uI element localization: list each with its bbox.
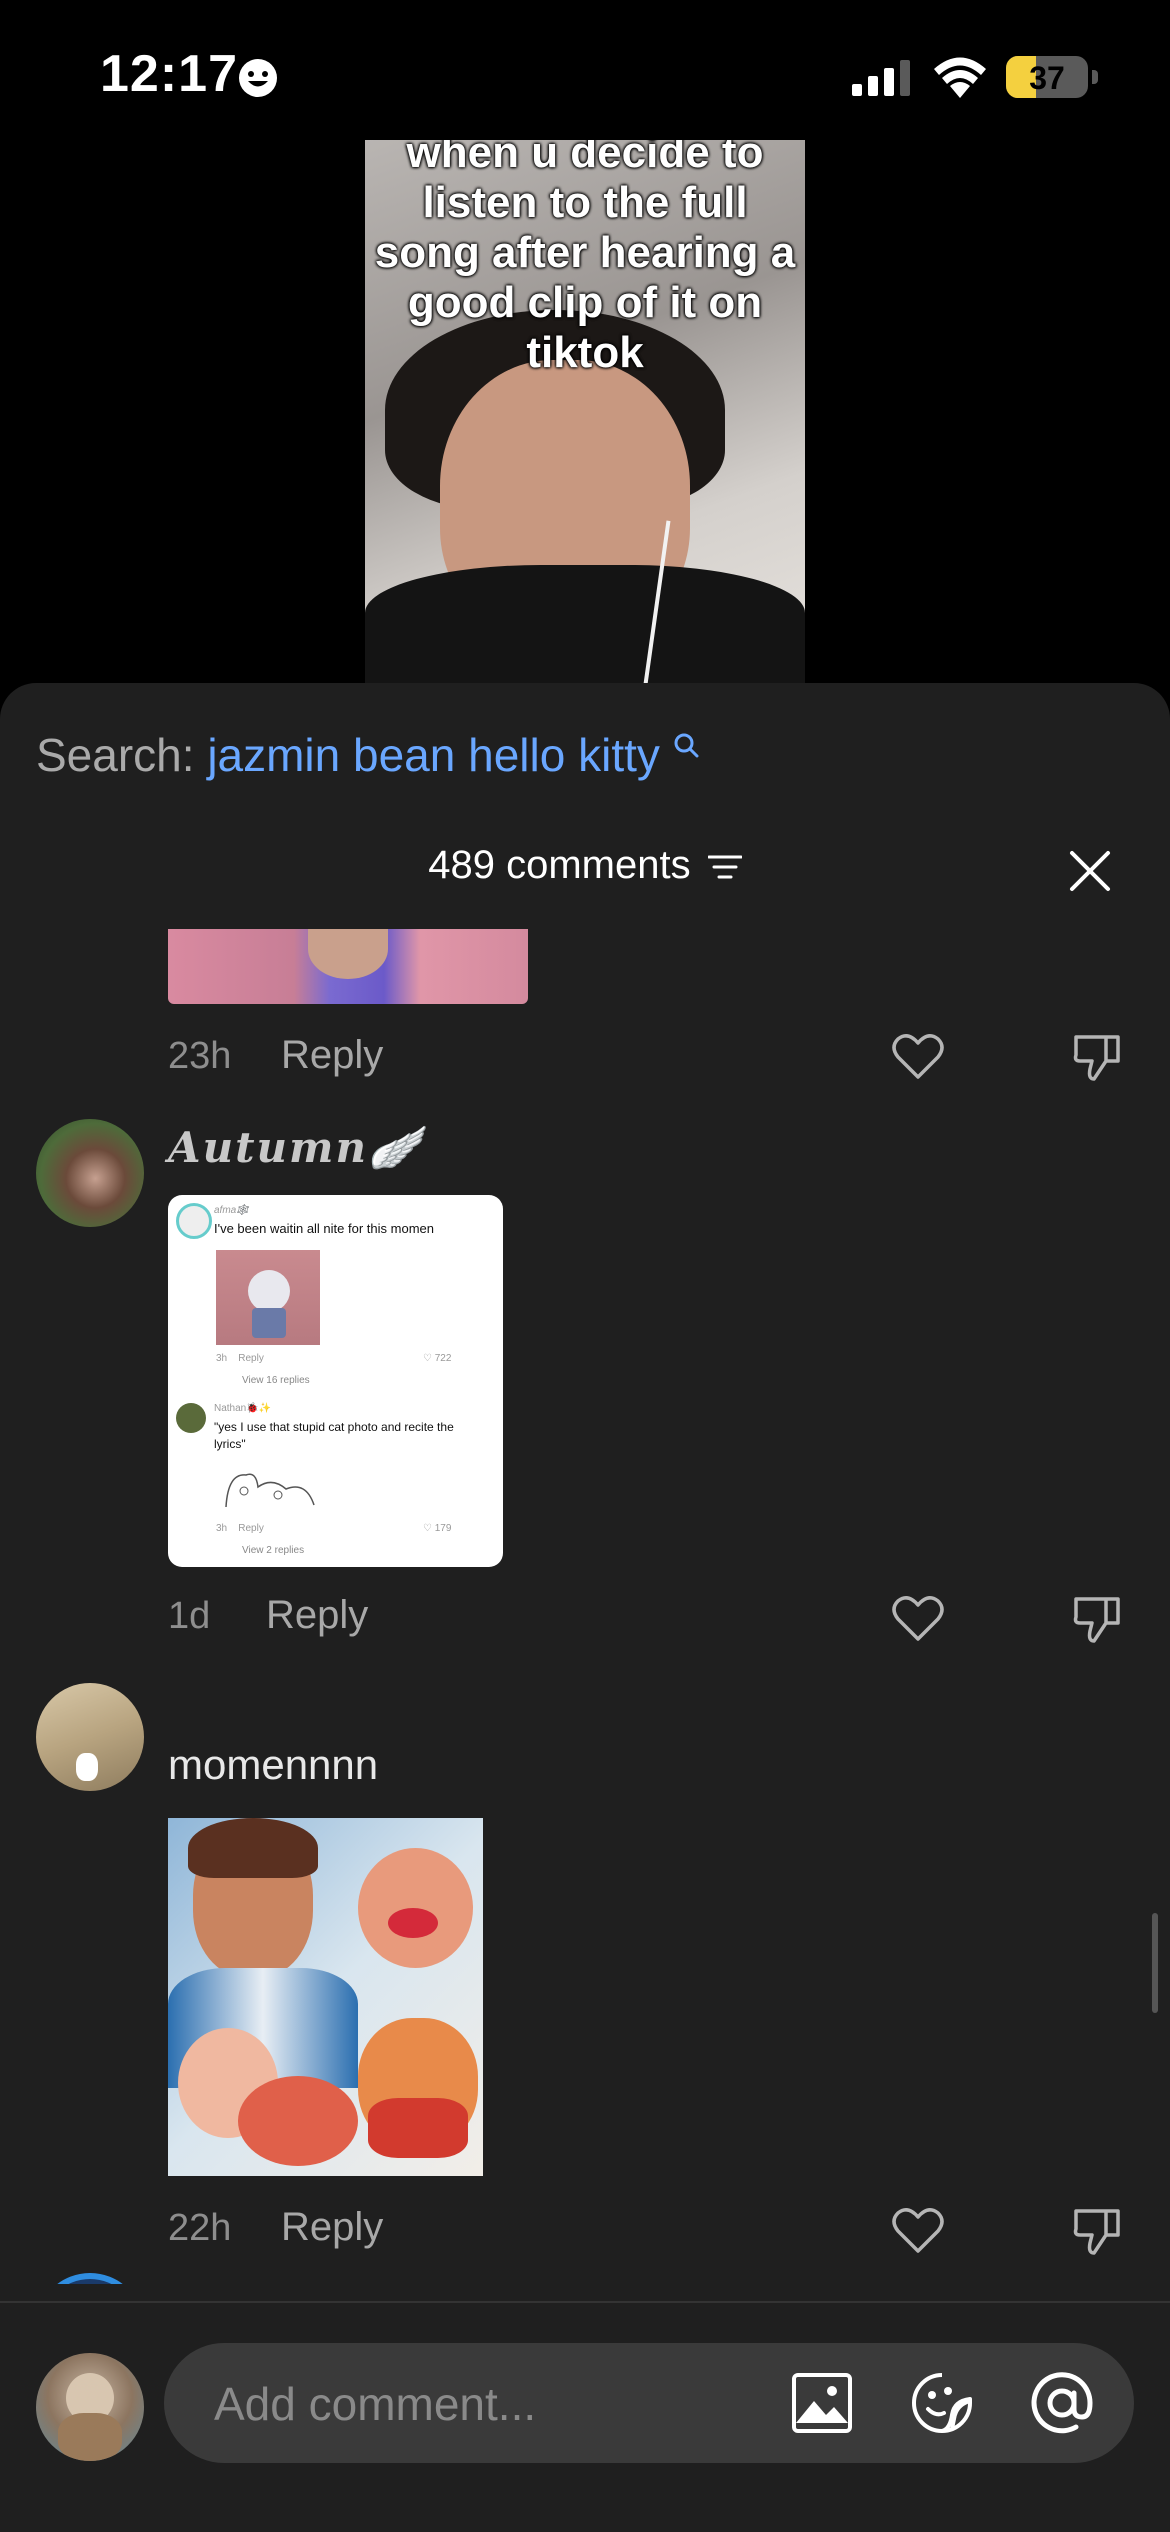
reply-button[interactable]: Reply <box>281 2205 383 2250</box>
comments-sheet: Search: jazmin bean hello kitty 489 comm… <box>0 683 1170 2532</box>
embedded-comment-text: I've been waitin all nite for this momen <box>214 1221 434 1236</box>
wifi-icon <box>934 57 986 98</box>
battery-percent: 37 <box>1029 60 1065 96</box>
status-time: 12:17 <box>100 45 238 103</box>
current-user-avatar[interactable] <box>36 2353 144 2461</box>
battery-indicator: 37 <box>1006 56 1088 98</box>
embedded-avatar <box>176 1203 212 1239</box>
embedded-username: Nathan🐞✨ <box>214 1403 272 1414</box>
thumbs-down-icon[interactable] <box>1072 2205 1124 2257</box>
embedded-likes: ♡ 722 <box>423 1353 452 1364</box>
comment-image[interactable] <box>168 929 528 1004</box>
embedded-view-replies: View 2 replies <box>242 1545 305 1556</box>
embedded-comment-text: "yes I use that stupid cat photo and rec… <box>214 1420 454 1451</box>
sticker-icon[interactable] <box>910 2371 974 2435</box>
status-bar: 12:17 37 <box>0 0 1170 140</box>
battery-tip <box>1092 70 1098 84</box>
heart-icon[interactable] <box>892 2207 944 2255</box>
video-shirt-shape <box>365 565 805 685</box>
search-query-link[interactable]: jazmin bean hello kitty <box>207 729 660 781</box>
search-label: Search: <box>36 729 195 781</box>
embedded-avatar <box>176 1403 206 1433</box>
add-comment-input[interactable]: Add comment... <box>164 2343 1134 2463</box>
comment-list[interactable]: 23h Reply 𝑨𝒖𝒕𝒖𝒎𝒏🪽 afma🕸️ I've been waiti… <box>0 929 1170 2284</box>
comment-time: 22h <box>168 2207 232 2249</box>
comment-username[interactable]: 𝑨𝒖𝒕𝒖𝒎𝒏🪽 <box>168 1123 422 1173</box>
video-caption: when u decide to listen to the full song… <box>374 140 796 377</box>
avatar[interactable] <box>36 1119 144 1227</box>
comment-screenshot-image[interactable]: afma🕸️ I've been waitin all nite for thi… <box>168 1195 503 1567</box>
add-comment-placeholder: Add comment... <box>214 2378 537 2430</box>
comment-username[interactable]: momennnn <box>168 1741 378 1789</box>
comment-composer: Add comment... <box>0 2303 1170 2532</box>
reply-button[interactable]: Reply <box>281 1033 383 1078</box>
comment-image[interactable] <box>168 1818 483 2176</box>
avatar[interactable] <box>36 1683 144 1791</box>
comments-header: 489 comments <box>0 843 1170 888</box>
avatar[interactable] <box>36 2273 144 2284</box>
thumbs-down-icon[interactable] <box>1072 1593 1124 1645</box>
search-icon <box>674 733 699 758</box>
heart-icon[interactable] <box>892 1595 944 1643</box>
embedded-meta: 3h Reply <box>216 1353 264 1364</box>
reply-button[interactable]: Reply <box>266 1593 368 1638</box>
embedded-view-replies: View 16 replies <box>242 1375 310 1386</box>
comment-time: 1d <box>168 1595 211 1637</box>
embedded-meta: 3h Reply <box>216 1523 264 1534</box>
search-suggestion[interactable]: Search: jazmin bean hello kitty <box>36 728 699 782</box>
embedded-cat-sketch <box>225 1473 315 1508</box>
image-icon[interactable] <box>790 2371 854 2435</box>
filter-icon[interactable] <box>707 853 742 881</box>
video-thumbnail[interactable]: when u decide to listen to the full song… <box>365 140 805 685</box>
at-mention-icon[interactable] <box>1030 2371 1094 2435</box>
heart-icon[interactable] <box>892 1033 944 1081</box>
comment-time: 23h <box>168 1035 232 1077</box>
embedded-cat-image <box>216 1250 320 1345</box>
smiley-face-icon <box>239 59 277 97</box>
close-icon[interactable] <box>1068 849 1112 893</box>
embedded-username: afma🕸️ <box>214 1205 249 1216</box>
cellular-signal-icon <box>852 60 910 96</box>
comment-count: 489 comments <box>428 843 691 887</box>
scrollbar-thumb[interactable] <box>1152 1913 1158 2013</box>
thumbs-down-icon[interactable] <box>1072 1031 1124 1083</box>
embedded-likes: ♡ 179 <box>423 1523 452 1534</box>
